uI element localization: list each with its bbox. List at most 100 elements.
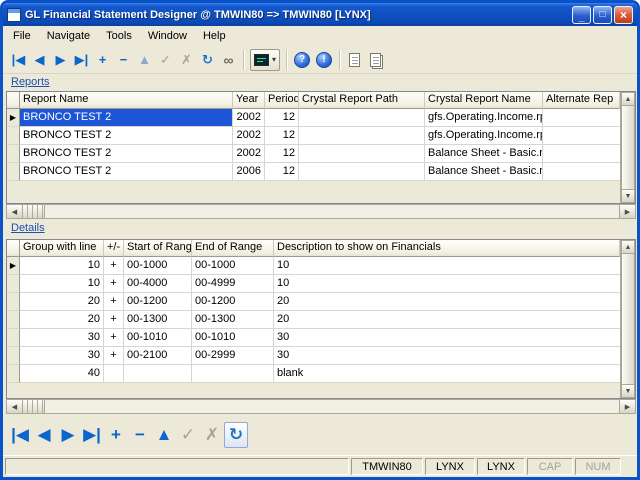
reports-horizontal-scrollbar[interactable]: ◀ ▶: [6, 204, 636, 219]
cell-alternate-report[interactable]: [543, 127, 620, 145]
first-record-button[interactable]: |◀: [8, 422, 32, 448]
cell-description[interactable]: 10: [274, 257, 620, 275]
prev-record-button[interactable]: ◀: [32, 422, 56, 448]
cell-crystal-report-path[interactable]: [299, 163, 425, 181]
cell-end-of-range[interactable]: 00-1000: [192, 257, 274, 275]
cell-description[interactable]: 20: [274, 293, 620, 311]
cell-report-name[interactable]: BRONCO TEST 2: [20, 145, 233, 163]
add-record-button[interactable]: +: [92, 49, 113, 71]
scroll-track[interactable]: [45, 205, 619, 218]
edit-record-button[interactable]: ▲: [134, 49, 155, 71]
cell-crystal-report-name[interactable]: Balance Sheet - Basic.rpt: [425, 163, 543, 181]
post-button[interactable]: ✓: [155, 49, 176, 71]
scroll-up-button[interactable]: ▲: [621, 92, 635, 106]
cell-crystal-report-name[interactable]: gfs.Operating.Income.rpt: [425, 109, 543, 127]
cell-start-of-range[interactable]: [124, 365, 192, 383]
cell-group[interactable]: 30: [20, 347, 104, 365]
menu-help[interactable]: Help: [195, 27, 234, 45]
cell-end-of-range[interactable]: 00-1010: [192, 329, 274, 347]
table-row[interactable]: BRONCO TEST 2 2002 12 Balance Sheet - Ba…: [7, 145, 620, 163]
cancel-button[interactable]: ✗: [176, 49, 197, 71]
table-row[interactable]: ▶ 10 + 00-1000 00-1000 10: [7, 257, 620, 275]
cell-plus-minus[interactable]: +: [104, 329, 124, 347]
column-header-period[interactable]: Period: [265, 92, 299, 109]
cell-end-of-range[interactable]: 00-2999: [192, 347, 274, 365]
reports-vertical-scrollbar[interactable]: ▲ ▼: [620, 92, 635, 203]
details-vertical-scrollbar[interactable]: ▲ ▼: [620, 240, 635, 398]
resize-grip[interactable]: [623, 458, 635, 475]
cell-group[interactable]: 30: [20, 329, 104, 347]
cell-crystal-report-path[interactable]: [299, 127, 425, 145]
scroll-thumb[interactable]: [621, 254, 635, 384]
cell-group[interactable]: 20: [20, 293, 104, 311]
cell-start-of-range[interactable]: 00-1200: [124, 293, 192, 311]
reports-section-label[interactable]: Reports: [11, 76, 50, 88]
first-record-button[interactable]: |◀: [8, 49, 29, 71]
column-header-alternate-report[interactable]: Alternate Rep: [543, 92, 620, 109]
menu-navigate[interactable]: Navigate: [39, 27, 98, 45]
delete-record-button[interactable]: −: [128, 422, 152, 448]
cell-crystal-report-name[interactable]: Balance Sheet - Basic.rpt: [425, 145, 543, 163]
column-header-group-with-line[interactable]: Group with line: [20, 240, 104, 257]
scroll-track[interactable]: [45, 400, 619, 413]
maximize-button[interactable]: □: [593, 6, 612, 24]
cancel-button[interactable]: ✗: [200, 422, 224, 448]
add-record-button[interactable]: +: [104, 422, 128, 448]
cell-year[interactable]: 2002: [233, 145, 265, 163]
table-row[interactable]: 30 + 00-2100 00-2999 30: [7, 347, 620, 365]
details-section-label[interactable]: Details: [11, 222, 45, 234]
cell-plus-minus[interactable]: +: [104, 293, 124, 311]
cell-plus-minus[interactable]: [104, 365, 124, 383]
cell-end-of-range[interactable]: [192, 365, 274, 383]
cell-end-of-range[interactable]: 00-1200: [192, 293, 274, 311]
last-record-button[interactable]: ▶|: [71, 49, 92, 71]
details-horizontal-scrollbar[interactable]: ◀ ▶: [6, 399, 636, 414]
cell-description[interactable]: 30: [274, 347, 620, 365]
copy-pages-icon[interactable]: [370, 53, 381, 67]
prev-record-button[interactable]: ◀: [29, 49, 50, 71]
cell-start-of-range[interactable]: 00-1300: [124, 311, 192, 329]
info-button[interactable]: !: [316, 52, 332, 68]
post-button[interactable]: ✓: [176, 422, 200, 448]
cell-crystal-report-name[interactable]: gfs.Operating.Income.rpt: [425, 127, 543, 145]
refresh-button[interactable]: ↻: [197, 49, 218, 71]
scroll-left-button[interactable]: ◀: [7, 205, 23, 218]
title-bar[interactable]: GL Financial Statement Designer @ TMWIN8…: [3, 3, 637, 26]
menu-file[interactable]: File: [5, 27, 39, 45]
cell-start-of-range[interactable]: 00-1010: [124, 329, 192, 347]
next-record-button[interactable]: ▶: [56, 422, 80, 448]
table-row[interactable]: 20 + 00-1300 00-1300 20: [7, 311, 620, 329]
scroll-thumb[interactable]: [23, 400, 45, 413]
cell-alternate-report[interactable]: [543, 145, 620, 163]
cell-start-of-range[interactable]: 00-2100: [124, 347, 192, 365]
close-button[interactable]: ×: [614, 6, 633, 24]
scroll-right-button[interactable]: ▶: [619, 400, 635, 413]
cell-report-name[interactable]: BRONCO TEST 2: [20, 163, 233, 181]
next-record-button[interactable]: ▶: [50, 49, 71, 71]
scroll-thumb[interactable]: [621, 106, 635, 189]
crystal-reports-button[interactable]: ▾: [250, 49, 280, 71]
cell-period[interactable]: 12: [265, 145, 299, 163]
scroll-up-button[interactable]: ▲: [621, 240, 635, 254]
cell-group[interactable]: 10: [20, 257, 104, 275]
cell-end-of-range[interactable]: 00-4999: [192, 275, 274, 293]
refresh-button[interactable]: ↻: [224, 422, 248, 448]
cell-group[interactable]: 40: [20, 365, 104, 383]
cell-alternate-report[interactable]: [543, 109, 620, 127]
table-row[interactable]: BRONCO TEST 2 2002 12 gfs.Operating.Inco…: [7, 127, 620, 145]
column-header-crystal-report-path[interactable]: Crystal Report Path: [299, 92, 425, 109]
column-header-end-of-range[interactable]: End of Range: [192, 240, 274, 257]
scroll-right-button[interactable]: ▶: [619, 205, 635, 218]
cell-description[interactable]: 20: [274, 311, 620, 329]
table-row[interactable]: 20 + 00-1200 00-1200 20: [7, 293, 620, 311]
table-row[interactable]: 10 + 00-4000 00-4999 10: [7, 275, 620, 293]
cell-description[interactable]: 10: [274, 275, 620, 293]
cell-period[interactable]: 12: [265, 163, 299, 181]
cell-year[interactable]: 2002: [233, 127, 265, 145]
cell-start-of-range[interactable]: 00-4000: [124, 275, 192, 293]
last-record-button[interactable]: ▶|: [80, 422, 104, 448]
cell-start-of-range[interactable]: 00-1000: [124, 257, 192, 275]
cell-year[interactable]: 2006: [233, 163, 265, 181]
edit-record-button[interactable]: ▲: [152, 422, 176, 448]
column-header-year[interactable]: Year: [233, 92, 265, 109]
